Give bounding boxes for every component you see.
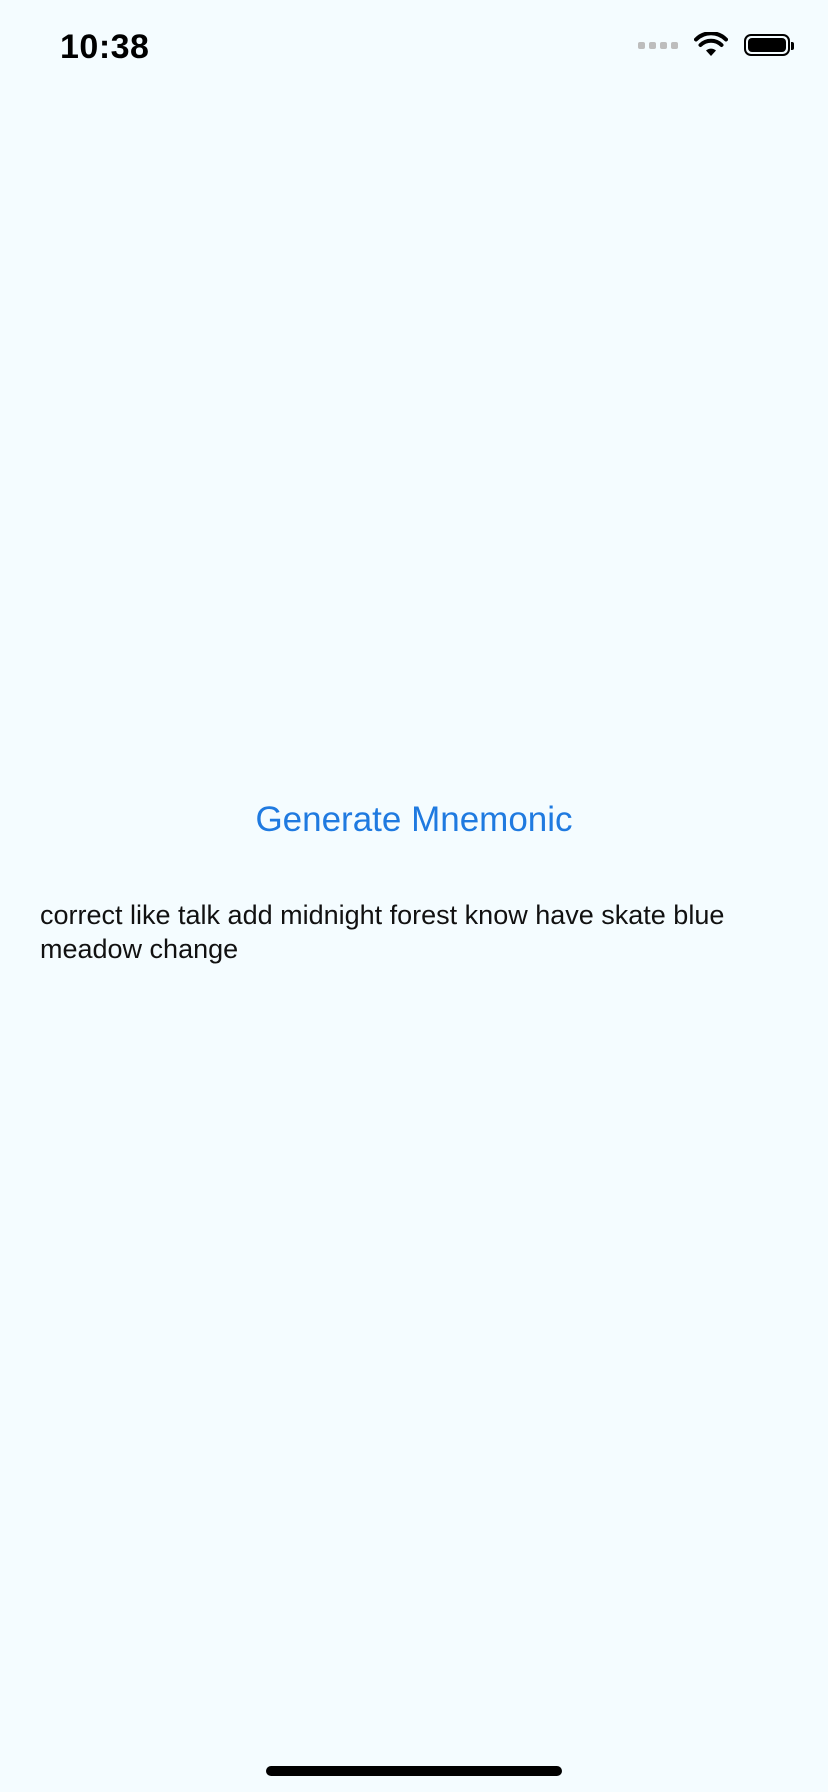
cellular-signal-icon [638,41,678,49]
wifi-icon [694,32,728,56]
status-icons [638,32,794,58]
status-bar: 10:38 [0,0,828,100]
home-indicator[interactable] [266,1766,562,1776]
battery-icon [744,34,794,56]
generate-mnemonic-button[interactable]: Generate Mnemonic [0,800,828,840]
mnemonic-text: correct like talk add midnight forest kn… [40,900,725,964]
status-time: 10:38 [60,28,150,66]
